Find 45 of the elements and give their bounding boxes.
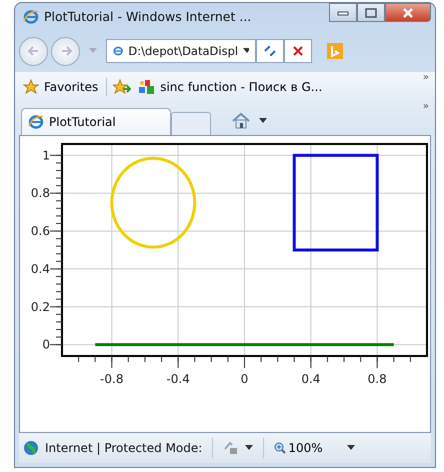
search-provider-logo-icon (327, 43, 343, 59)
close-button[interactable] (385, 3, 431, 22)
y-tick-label: 0.4 (30, 262, 50, 276)
address-field[interactable]: D:\depot\DataDispl (106, 39, 256, 63)
overflow-chevron[interactable]: » (422, 101, 429, 112)
globe-icon (23, 440, 39, 456)
minimize-icon (337, 10, 349, 16)
caret-icon (243, 48, 249, 54)
y-tick-label: 0 (42, 338, 50, 352)
page-icon (28, 114, 44, 130)
zoom-icon (274, 442, 286, 454)
page-icon (113, 44, 124, 58)
y-tick-label: 0.6 (30, 224, 50, 238)
x-tick-label: 0.8 (368, 372, 387, 386)
overflow-chevron[interactable]: » (422, 72, 429, 83)
site-logo-icon (139, 78, 156, 94)
caret-icon[interactable] (245, 445, 254, 451)
add-favorite-icon[interactable] (113, 79, 132, 94)
close-icon (292, 45, 304, 57)
security-zone-text: Internet | Protected Mode: (45, 441, 202, 455)
refresh-button[interactable] (256, 39, 284, 63)
minimize-button[interactable] (329, 3, 357, 22)
browser-tab[interactable]: PlotTutorial (21, 108, 171, 135)
y-tick-label: 0.8 (30, 186, 50, 200)
x-tick-label: 0 (240, 372, 248, 386)
x-tick-label: 0.4 (301, 372, 320, 386)
y-tick-label: 1 (42, 148, 50, 162)
refresh-icon (263, 45, 277, 57)
x-tick-label: -0.8 (100, 372, 124, 386)
star-icon (23, 79, 39, 94)
y-tick-label: 0.2 (30, 300, 50, 314)
close-icon (402, 8, 414, 18)
caret-icon[interactable] (259, 118, 267, 124)
favorite-link[interactable]: sinc function - Поиск в G... (137, 78, 324, 94)
favorites-button[interactable]: Favorites (21, 79, 100, 94)
browser-logo-icon (23, 8, 39, 24)
home-icon[interactable] (231, 112, 251, 130)
maximize-icon (365, 8, 377, 18)
stop-button[interactable] (284, 39, 312, 63)
back-arrow-icon (26, 44, 40, 58)
caret-icon[interactable] (346, 445, 355, 451)
window-title: PlotTutorial - Windows Internet ... (44, 9, 252, 24)
zoom-button[interactable]: 100% (274, 441, 323, 455)
maximize-button[interactable] (357, 3, 385, 22)
x-tick-label: -0.4 (166, 372, 190, 386)
